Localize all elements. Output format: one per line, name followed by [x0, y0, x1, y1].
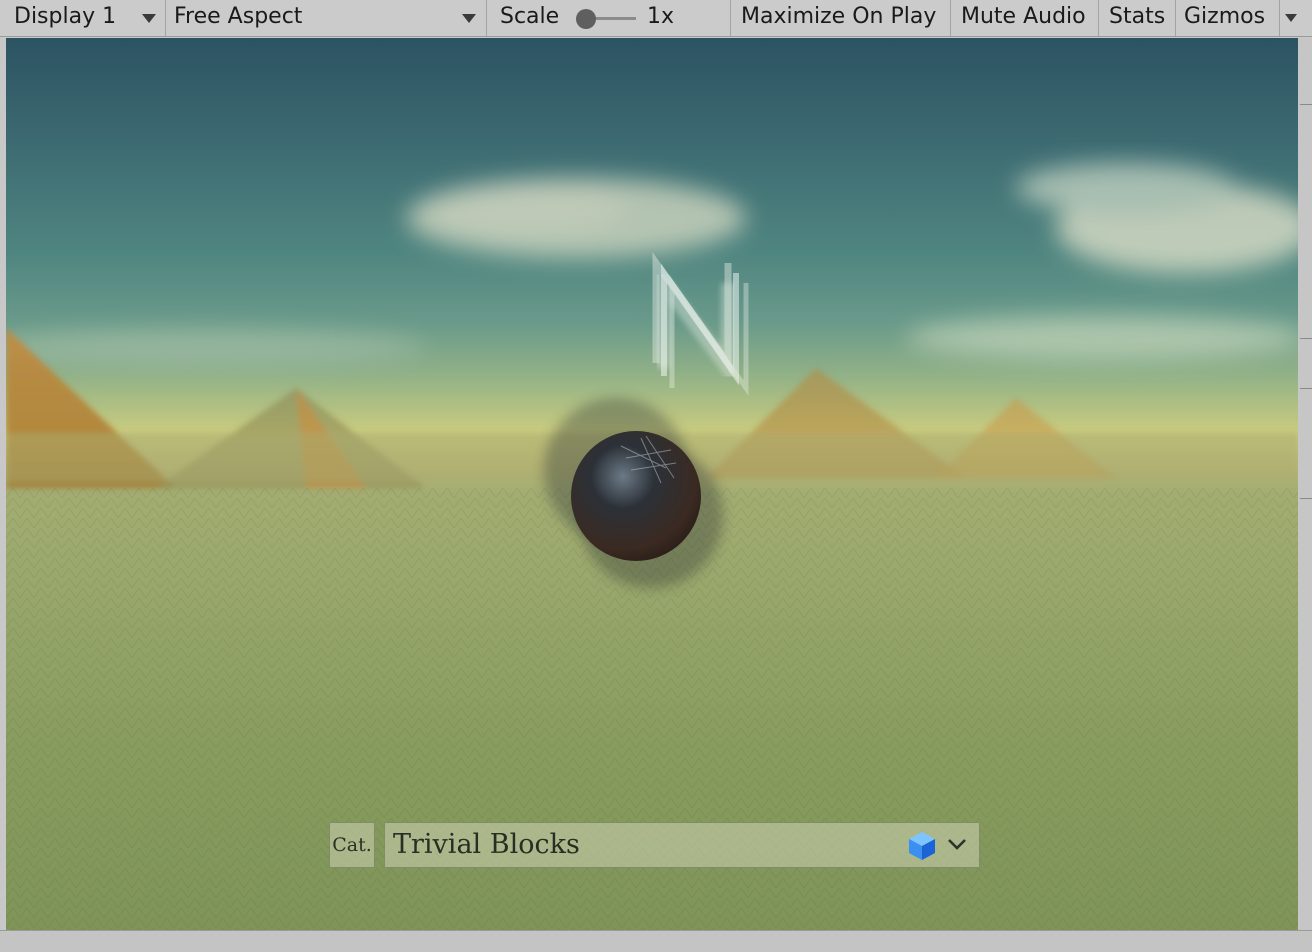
edge-divider	[1300, 104, 1312, 105]
display-dropdown[interactable]: Display 1	[0, 0, 166, 36]
chevron-down-icon	[1285, 14, 1297, 22]
status-bar	[0, 930, 1312, 952]
mute-label: Mute Audio	[961, 4, 1086, 29]
chevron-down-icon	[462, 14, 476, 23]
scale-value: 1x	[647, 4, 675, 29]
category-dropdown[interactable]: Trivial Blocks	[384, 822, 980, 868]
gizmos-toggle[interactable]: Gizmos	[1176, 0, 1280, 36]
maximize-label: Maximize On Play	[741, 4, 937, 29]
blue-cube-icon	[907, 830, 937, 866]
clouds	[6, 163, 1298, 366]
scale-slider-handle[interactable]	[576, 9, 596, 29]
aspect-label: Free Aspect	[174, 4, 303, 29]
category-dropdown-label: Trivial Blocks	[393, 829, 580, 860]
stats-label: Stats	[1109, 4, 1166, 29]
aspect-dropdown[interactable]: Free Aspect	[166, 0, 487, 36]
north-marker	[652, 252, 749, 396]
maximize-on-play-toggle[interactable]: Maximize On Play	[731, 0, 951, 36]
display-label: Display 1	[14, 4, 117, 29]
edge-divider	[1300, 498, 1312, 499]
mute-audio-toggle[interactable]: Mute Audio	[951, 0, 1099, 36]
stats-toggle[interactable]: Stats	[1099, 0, 1176, 36]
game-view-toolbar: Display 1 Free Aspect Scale 1x Maximize …	[0, 0, 1312, 37]
game-viewport[interactable]	[6, 38, 1298, 930]
panel-edge	[1298, 38, 1312, 930]
edge-divider	[1300, 388, 1312, 389]
gizmos-label: Gizmos	[1184, 4, 1266, 29]
chevron-down-icon	[946, 836, 968, 856]
edge-divider	[1300, 338, 1312, 339]
gizmos-dropdown[interactable]	[1280, 0, 1312, 36]
chevron-down-icon	[142, 14, 156, 23]
category-button[interactable]: Cat.	[329, 822, 375, 868]
game-scene	[6, 163, 1298, 930]
scale-label: Scale	[500, 4, 560, 29]
